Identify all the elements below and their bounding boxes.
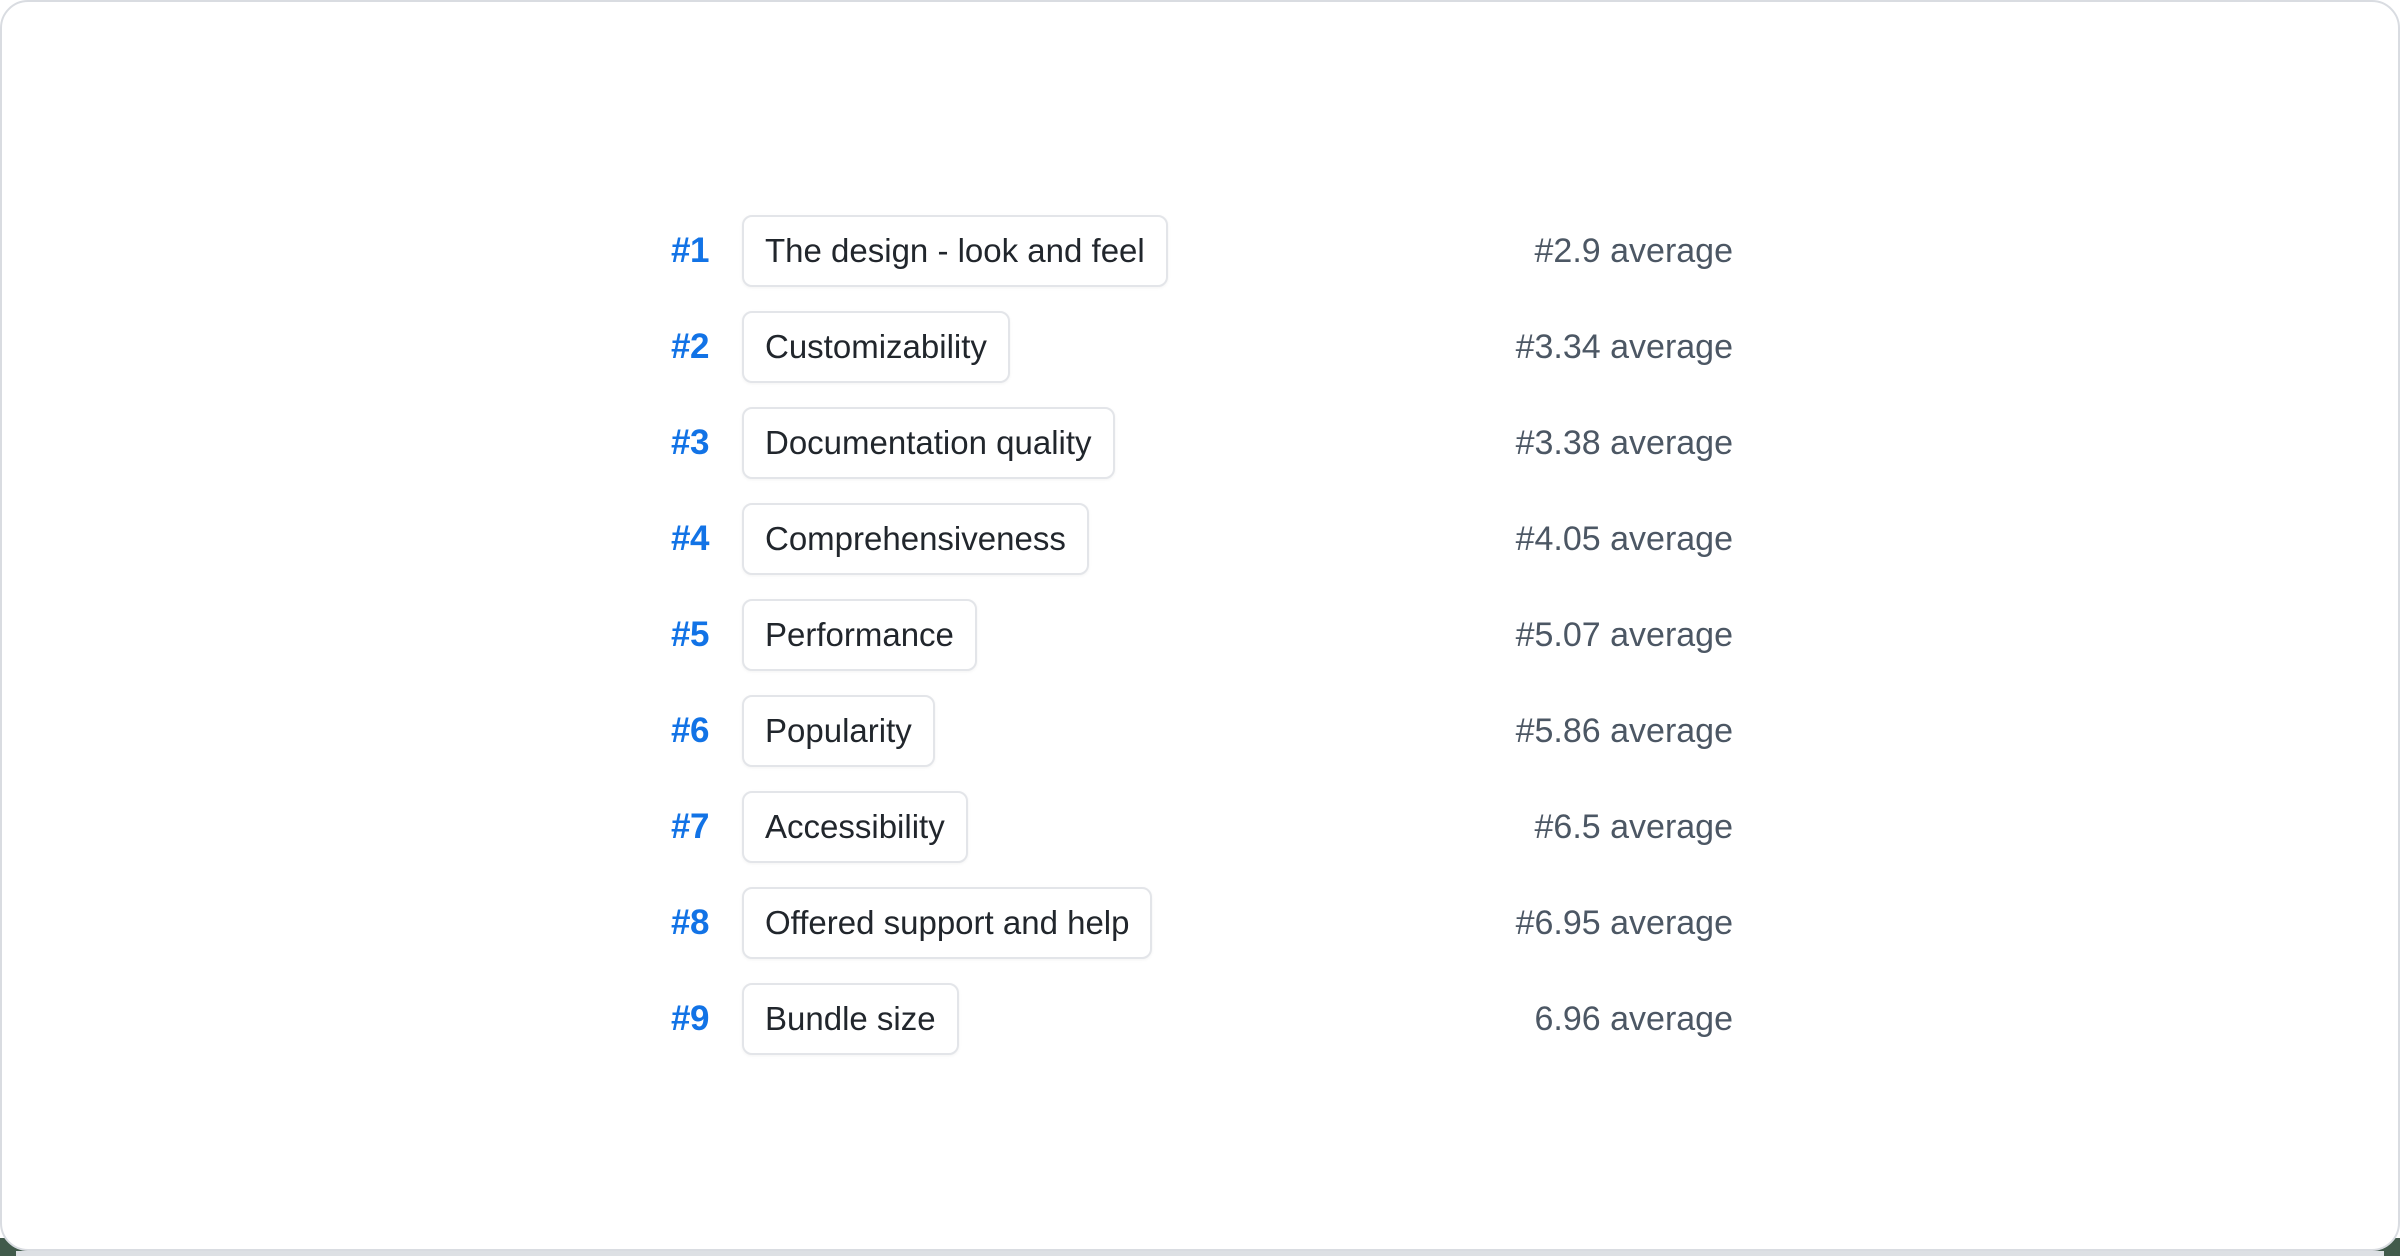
average-score-label: #5.86 average [1516,712,1733,751]
ranking-row: #1 The design - look and feel #2.9 avera… [671,203,1733,299]
rank-badge: #5 [671,615,713,655]
ranking-row: #6 Popularity #5.86 average [671,683,1733,779]
average-score-label: #3.34 average [1516,328,1733,367]
ranking-option-chip[interactable]: Offered support and help [742,887,1152,958]
average-score-label: 6.96 average [1535,1000,1734,1039]
ranking-option-chip[interactable]: Comprehensiveness [742,503,1089,574]
rank-badge: #3 [671,423,713,463]
rank-badge: #8 [671,903,713,943]
ranking-row: #2 Customizability #3.34 average [671,299,1733,395]
average-score-label: #2.9 average [1535,232,1734,271]
ranking-row: #8 Offered support and help #6.95 averag… [671,875,1733,971]
average-score-label: #5.07 average [1516,616,1733,655]
ranking-row: #4 Comprehensiveness #4.05 average [671,491,1733,587]
rank-badge: #2 [671,327,713,367]
ranking-option-chip[interactable]: Bundle size [742,983,959,1054]
rank-badge: #9 [671,999,713,1039]
ranking-row: #9 Bundle size 6.96 average [671,971,1733,1067]
results-card: #1 The design - look and feel #2.9 avera… [0,0,2400,1251]
ranking-row: #3 Documentation quality #3.38 average [671,395,1733,491]
ranking-option-chip[interactable]: Documentation quality [742,407,1115,478]
ranking-option-chip[interactable]: The design - look and feel [742,215,1168,286]
average-score-label: #3.38 average [1516,424,1733,463]
average-score-label: #4.05 average [1516,520,1733,559]
rank-badge: #6 [671,711,713,751]
card-bottom-edge [16,1251,2384,1256]
average-score-label: #6.95 average [1516,904,1733,943]
rank-badge: #4 [671,519,713,559]
ranking-option-chip[interactable]: Customizability [742,311,1010,382]
rank-badge: #1 [671,231,713,271]
average-score-label: #6.5 average [1535,808,1734,847]
ranking-row: #7 Accessibility #6.5 average [671,779,1733,875]
ranking-option-chip[interactable]: Popularity [742,695,935,766]
ranking-results-list: #1 The design - look and feel #2.9 avera… [671,203,1733,1067]
ranking-row: #5 Performance #5.07 average [671,587,1733,683]
rank-badge: #7 [671,807,713,847]
ranking-option-chip[interactable]: Performance [742,599,977,670]
ranking-option-chip[interactable]: Accessibility [742,791,968,862]
